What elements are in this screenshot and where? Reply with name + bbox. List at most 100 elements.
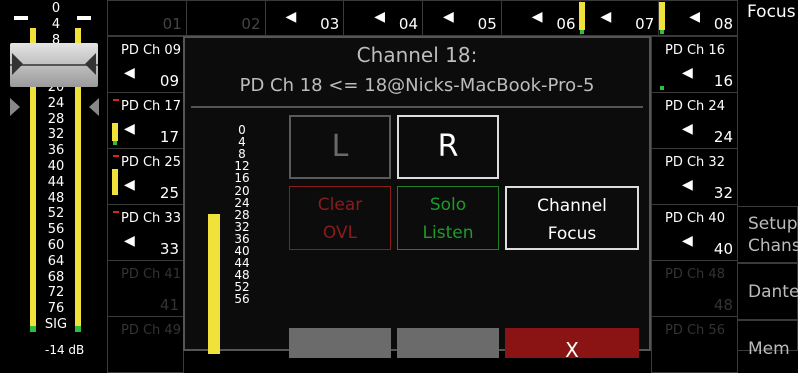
channel-number: 01 <box>162 15 182 33</box>
master-scale-tick: 40 <box>47 159 65 174</box>
channel-number: 09 <box>159 72 179 90</box>
speaker-icon: ◀ <box>682 65 693 81</box>
channel-number: 16 <box>713 72 733 90</box>
channel-dialog: Channel 18: PD Ch 18 <= 18@Nicks-MacBook… <box>183 36 651 362</box>
channel-16-signal-dot <box>660 86 664 90</box>
channel-focus-button[interactable]: Channel Focus <box>505 186 639 250</box>
meter-mark-left <box>14 16 28 20</box>
channel-cell[interactable]: 06 ◀ <box>500 0 581 36</box>
master-scale-tick: 76 <box>47 301 65 317</box>
channel-number: 03 <box>320 15 340 33</box>
channel-07-signal-dot <box>580 30 584 34</box>
channel-17-signal-dot <box>113 141 117 145</box>
channel-name: PD Ch 40 <box>665 211 725 226</box>
channel-cell[interactable]: PD Ch 09 09 ◀ <box>107 36 184 93</box>
speaker-icon: ◀ <box>285 9 297 25</box>
channel-number: 06 <box>556 15 576 33</box>
channel-cell[interactable]: 01 <box>107 0 187 36</box>
solo-listen-button[interactable]: Solo Listen <box>397 186 499 250</box>
master-scale-tick: 48 <box>47 190 65 206</box>
channel-number: 24 <box>713 128 733 146</box>
channel-label: Channel <box>537 196 607 216</box>
channel-cell[interactable]: PD Ch 32 32 ◀ <box>651 148 738 205</box>
channel-number: 08 <box>713 15 733 33</box>
dialog-level-bar <box>208 214 220 354</box>
clear-label: Clear <box>317 195 363 215</box>
gray-button-1[interactable] <box>289 328 391 358</box>
channel-cell[interactable]: PD Ch 48 48 <box>651 260 738 317</box>
speaker-icon: ◀ <box>682 233 693 249</box>
channel-17-overload-mark <box>113 99 119 101</box>
chans-label: Chans <box>748 236 798 256</box>
right-pointer-icon <box>89 98 99 116</box>
listen-label: Listen <box>422 223 474 243</box>
channel-name: PD Ch 48 <box>665 267 725 282</box>
speaker-icon: ◀ <box>682 177 693 193</box>
channel-name: PD Ch 24 <box>665 99 725 114</box>
channel-cell[interactable]: PD Ch 56 <box>651 316 738 373</box>
fader-right-arrow-icon <box>85 53 96 75</box>
speaker-icon: ◀ <box>124 233 135 249</box>
speaker-icon: ◀ <box>443 9 454 25</box>
channel-name: PD Ch 09 <box>121 43 181 58</box>
channel-name: PD Ch 16 <box>665 43 725 58</box>
channel-number: 40 <box>713 240 733 258</box>
channel-cell[interactable]: 07 ◀ <box>579 0 660 36</box>
master-scale-tick: 60 <box>47 238 65 253</box>
speaker-icon: ◀ <box>124 121 135 137</box>
channel-25-overload-mark <box>113 155 119 157</box>
master-scale-tick: SIG <box>44 317 68 332</box>
channel-number: 17 <box>159 128 179 146</box>
dialog-scale-tick: 32 <box>234 219 250 234</box>
focus-button[interactable]: Focus <box>737 0 798 36</box>
channel-name: PD Ch 33 <box>121 211 181 226</box>
setup-chans-button[interactable]: Setup Chans <box>737 206 798 263</box>
master-meter-panel: 0481216202428323640444852566064687276SIG… <box>0 0 107 357</box>
channel-number: 48 <box>713 296 733 314</box>
master-fader[interactable] <box>10 43 98 87</box>
master-scale-tick: 4 <box>51 16 61 32</box>
channel-cell[interactable]: 05 ◀ <box>422 0 502 36</box>
mem-button[interactable]: Mem <box>737 320 798 359</box>
channel-cell[interactable]: 04 ◀ <box>343 0 423 36</box>
channel-cell[interactable]: 03 ◀ <box>264 0 345 36</box>
channel-name: PD Ch 32 <box>665 155 725 170</box>
channel-17-level-bar <box>112 123 118 141</box>
right-channel-button[interactable]: R <box>397 115 499 179</box>
master-scale-tick: 24 <box>47 95 65 111</box>
channel-cell[interactable]: PD Ch 24 24 ◀ <box>651 92 738 149</box>
channel-cell[interactable]: PD Ch 49 <box>107 316 184 373</box>
channel-33-overload-mark <box>113 211 119 213</box>
speaker-icon: ◀ <box>124 177 135 193</box>
left-channel-button[interactable]: L <box>289 115 391 179</box>
dialog-scale-tick: 56 <box>234 292 250 307</box>
master-scale-tick: 52 <box>47 206 65 222</box>
channel-cell[interactable]: 02 <box>185 0 266 36</box>
channel-name: PD Ch 56 <box>665 323 725 338</box>
channel-cell[interactable]: 08 ◀ <box>658 0 738 36</box>
channel-cell[interactable]: PD Ch 40 40 ◀ <box>651 204 738 261</box>
dante-button[interactable]: Dante <box>737 263 798 320</box>
setup-label: Setup <box>748 214 798 234</box>
dialog-title: Channel 18: <box>356 43 478 67</box>
clear-ovl-button[interactable]: Clear OVL <box>289 186 391 250</box>
dialog-scale-tick: 24 <box>234 195 250 210</box>
master-scale-tick: 64 <box>47 253 65 269</box>
fader-left-arrow-icon <box>12 53 23 75</box>
speaker-icon: ◀ <box>600 9 612 25</box>
channel-25-level-bar <box>112 169 118 195</box>
speaker-icon: ◀ <box>689 9 701 25</box>
channel-cell[interactable]: PD Ch 41 41 <box>107 260 184 317</box>
dialog-scale-tick: 28 <box>234 207 250 222</box>
ovl-label: OVL <box>322 223 358 243</box>
channel-name: PD Ch 17 <box>121 99 181 114</box>
solo-label: Solo <box>429 195 467 215</box>
close-button[interactable]: X <box>505 328 639 362</box>
master-scale-tick: 32 <box>47 127 65 143</box>
speaker-icon: ◀ <box>374 9 386 25</box>
gray-button-2[interactable] <box>397 328 499 358</box>
channel-number: 25 <box>159 184 179 202</box>
channel-number: 07 <box>635 15 655 33</box>
master-db-label: -14 dB <box>45 343 85 357</box>
channel-cell[interactable]: PD Ch 16 16 ◀ <box>651 36 738 93</box>
